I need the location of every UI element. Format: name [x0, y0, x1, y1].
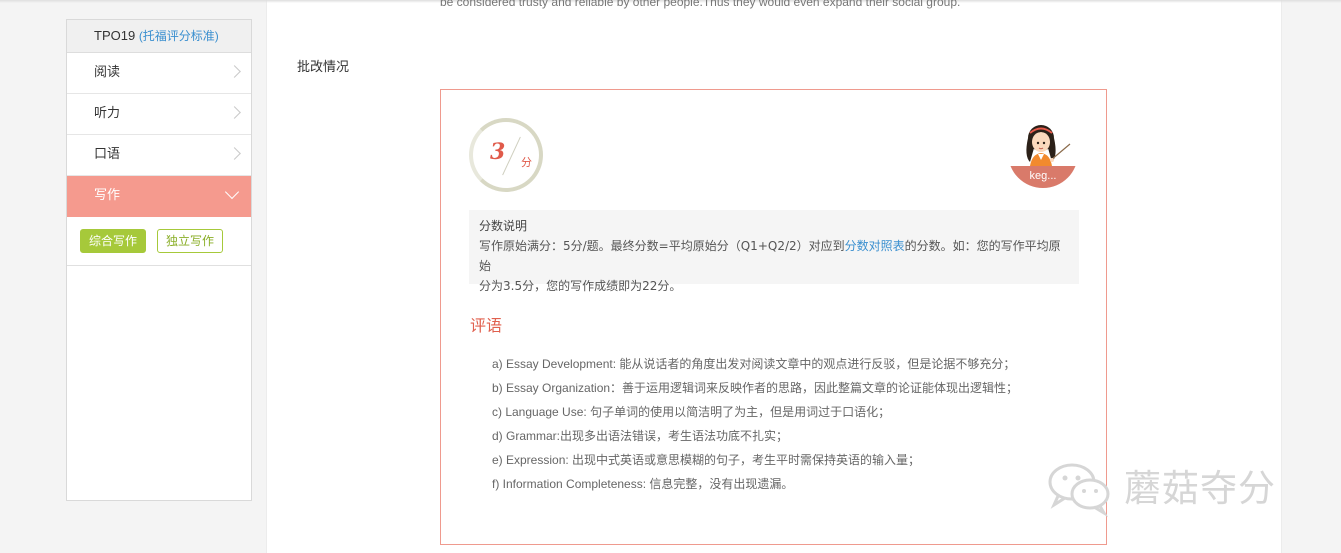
watermark: 蘑菇夺分 — [1046, 458, 1306, 518]
score-explanation-line: 写作原始满分：5分/题。最终分数=平均原始分（Q1+Q2/2）对应到分数对照表的… — [479, 236, 1069, 276]
sidebar-title: TPO19 — [94, 28, 136, 43]
scoring-standard-link[interactable]: (托福评分标准) — [139, 29, 219, 43]
sidebar-item-listening[interactable]: 听力 — [67, 94, 251, 135]
teacher-name: keg... — [1008, 166, 1078, 188]
sidebar-item-writing[interactable]: 写作 — [67, 176, 251, 217]
sidebar-item-label: 阅读 — [94, 65, 121, 80]
sidebar-item-label: 写作 — [94, 188, 121, 203]
score-table-link[interactable]: 分数对照表 — [845, 239, 905, 253]
chevron-right-icon — [228, 65, 241, 78]
grading-result-card: 3 分 keg... 分数说明 写作原始满分：5分/题。最终分数=平均原始分（Q… — [440, 89, 1107, 545]
score-badge: 3 分 — [469, 118, 543, 192]
score-value: 3 — [490, 139, 506, 165]
sidebar-item-speaking[interactable]: 口语 — [67, 135, 251, 176]
chevron-right-icon — [228, 106, 241, 119]
score-explanation-text: 写作原始满分：5分/题。最终分数=平均原始分（Q1+Q2/2）对应到 — [479, 239, 845, 253]
comment-item: d) Grammar:出现多出语法错误，考生语法功底不扎实； — [492, 429, 789, 443]
sidebar-header: TPO19 (托福评分标准) — [67, 20, 251, 53]
comment-item: b) Essay Organization：善于运用逻辑词来反映作者的思路，因此… — [492, 381, 1019, 395]
section-title: 批改情况 — [297, 60, 350, 75]
wechat-logo-icon — [1048, 463, 1110, 518]
comment-item: c) Language Use: 句子单词的使用以简洁明了为主，但是用词过于口语… — [492, 405, 891, 419]
sidebar-item-label: 口语 — [94, 147, 121, 162]
score-explanation-title: 分数说明 — [479, 219, 528, 233]
comment-item: a) Essay Development: 能从说话者的角度出发对阅读文章中的观… — [492, 357, 1016, 371]
essay-text-tail: be considered trusty and reliable by oth… — [440, 0, 961, 9]
comment-item: e) Expression: 出现中式英语或意思模糊的句子，考生平时需保持英语的… — [492, 453, 921, 467]
chevron-right-icon — [228, 147, 241, 160]
chevron-down-icon — [224, 184, 240, 200]
sidebar: TPO19 (托福评分标准) 阅读 听力 口语 写作 综合写作 独立写作 — [66, 19, 252, 501]
tab-independent-writing[interactable]: 独立写作 — [157, 229, 224, 253]
comment-item: f) Information Completeness: 信息完整，没有出现遗漏… — [492, 477, 794, 491]
teacher-avatar[interactable]: keg... — [1008, 118, 1078, 188]
score-explanation-line: 分为3.5分，您的写作成绩即为22分。 — [479, 279, 682, 293]
score-explanation: 分数说明 写作原始满分：5分/题。最终分数=平均原始分（Q1+Q2/2）对应到分… — [469, 210, 1079, 293]
watermark-text: 蘑菇夺分 — [1124, 467, 1276, 510]
comments-list: a) Essay Development: 能从说话者的角度出发对阅读文章中的观… — [492, 354, 1018, 498]
sidebar-item-label: 听力 — [94, 106, 121, 121]
score-unit: 分 — [521, 156, 532, 169]
sidebar-item-reading[interactable]: 阅读 — [67, 53, 251, 94]
writing-subtabs: 综合写作 独立写作 — [67, 217, 251, 266]
tab-integrated-writing[interactable]: 综合写作 — [80, 229, 147, 253]
comments-title: 评语 — [470, 316, 503, 335]
